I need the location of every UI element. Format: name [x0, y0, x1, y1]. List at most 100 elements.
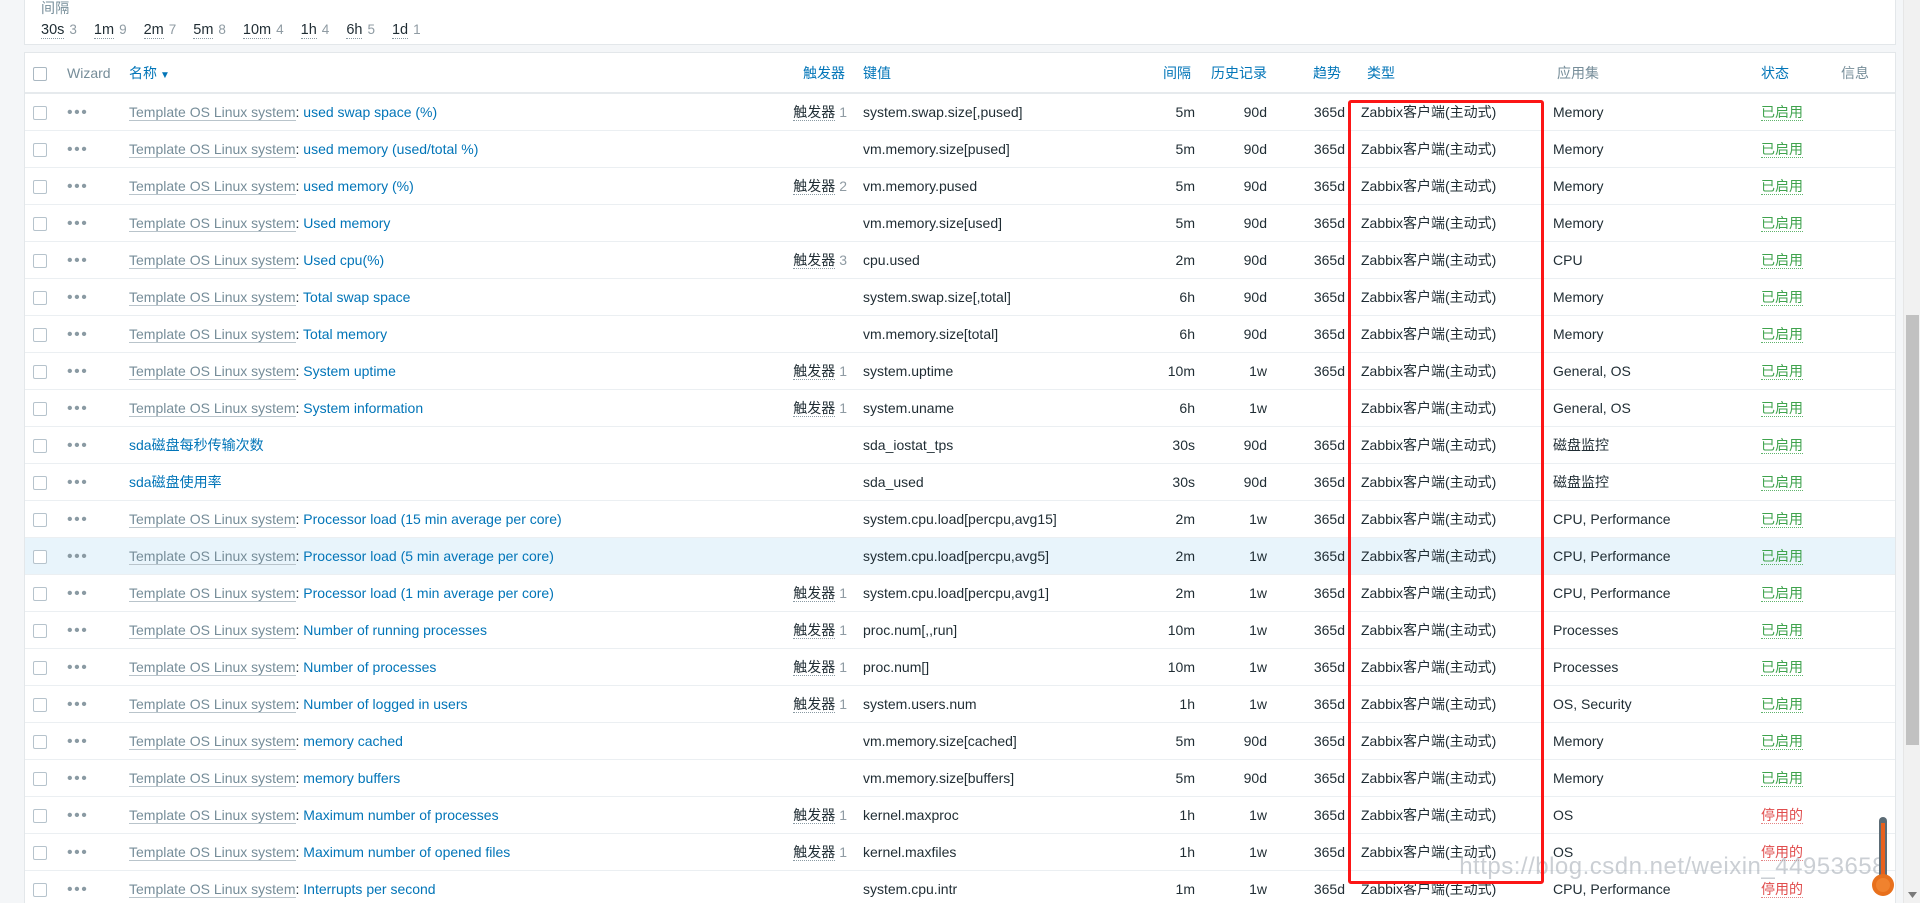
template-prefix-link[interactable]: Template OS Linux system [129, 289, 296, 306]
table-row[interactable]: ••• Template OS Linux system: Processor l… [25, 574, 1895, 612]
table-row[interactable]: ••• Template OS Linux system: memory buff… [25, 759, 1895, 797]
template-prefix-link[interactable]: Template OS Linux system [129, 104, 296, 121]
status-badge-enabled[interactable]: 已启用 [1761, 215, 1803, 232]
table-row[interactable]: ••• Template OS Linux system: used swap s… [25, 93, 1895, 131]
row-checkbox[interactable] [33, 698, 47, 713]
row-context-menu-icon[interactable]: ••• [67, 289, 88, 306]
template-prefix-link[interactable]: Template OS Linux system [129, 363, 296, 380]
item-name-link[interactable]: Processor load (1 min average per core) [303, 585, 554, 601]
item-name-link[interactable]: Number of logged in users [303, 696, 467, 712]
trends-header[interactable]: 趋势 [1275, 53, 1353, 94]
table-row[interactable]: ••• Template OS Linux system: used memory… [25, 167, 1895, 205]
item-name-link[interactable]: sda磁盘使用率 [129, 474, 222, 490]
table-row[interactable]: ••• Template OS Linux system: Used cpu(%)… [25, 241, 1895, 279]
table-row[interactable]: ••• Template OS Linux system: System upti… [25, 352, 1895, 390]
item-name-link[interactable]: System information [303, 400, 423, 416]
table-row[interactable]: ••• Template OS Linux system: memory cach… [25, 722, 1895, 760]
history-header[interactable]: 历史记录 [1203, 53, 1275, 94]
template-prefix-link[interactable]: Template OS Linux system [129, 548, 296, 565]
status-badge-enabled[interactable]: 已启用 [1761, 585, 1803, 602]
table-row[interactable]: ••• Template OS Linux system: Total swap … [25, 278, 1895, 316]
row-checkbox[interactable] [33, 217, 47, 232]
table-row[interactable]: ••• Template OS Linux system: used memory… [25, 130, 1895, 168]
item-name-link[interactable]: used memory (used/total %) [303, 141, 478, 157]
triggers-link[interactable]: 触发器 [793, 585, 836, 602]
template-prefix-link[interactable]: Template OS Linux system [129, 511, 296, 528]
triggers-link[interactable]: 触发器 [793, 622, 836, 639]
item-name-link[interactable]: Processor load (15 min average per core) [303, 511, 561, 527]
triggers-header[interactable]: 触发器 [759, 53, 855, 94]
status-badge-enabled[interactable]: 已启用 [1761, 659, 1803, 676]
table-row[interactable]: ••• Template OS Linux system: Processor l… [25, 500, 1895, 538]
row-checkbox[interactable] [33, 735, 47, 750]
status-badge-enabled[interactable]: 已启用 [1761, 178, 1803, 195]
template-prefix-link[interactable]: Template OS Linux system [129, 141, 296, 158]
status-badge-enabled[interactable]: 已启用 [1761, 548, 1803, 565]
interval-header[interactable]: 间隔 [1137, 53, 1203, 94]
table-row[interactable]: ••• sda磁盘每秒传输次数 sda_iostat_tps 30s 90d 365d Za… [25, 426, 1895, 464]
row-context-menu-icon[interactable]: ••• [67, 807, 88, 824]
row-context-menu-icon[interactable]: ••• [67, 548, 88, 565]
row-context-menu-icon[interactable]: ••• [67, 215, 88, 232]
table-row[interactable]: ••• Template OS Linux system: Number of l… [25, 685, 1895, 723]
row-context-menu-icon[interactable]: ••• [67, 770, 88, 787]
row-checkbox[interactable] [33, 550, 47, 565]
row-context-menu-icon[interactable]: ••• [67, 400, 88, 417]
row-context-menu-icon[interactable]: ••• [67, 141, 88, 158]
interval-option-5m[interactable]: 5m 8 [193, 22, 226, 39]
table-row[interactable]: ••• Template OS Linux system: Total memor… [25, 315, 1895, 353]
item-name-link[interactable]: Maximum number of opened files [303, 844, 510, 860]
item-name-link[interactable]: sda磁盘每秒传输次数 [129, 437, 264, 453]
template-prefix-link[interactable]: Template OS Linux system [129, 844, 296, 861]
table-row[interactable]: ••• Template OS Linux system: Processor l… [25, 537, 1895, 575]
row-context-menu-icon[interactable]: ••• [67, 178, 88, 195]
row-context-menu-icon[interactable]: ••• [67, 474, 88, 491]
triggers-link[interactable]: 触发器 [793, 844, 836, 861]
item-name-link[interactable]: Total memory [303, 326, 387, 342]
row-context-menu-icon[interactable]: ••• [67, 104, 88, 121]
row-context-menu-icon[interactable]: ••• [67, 733, 88, 750]
template-prefix-link[interactable]: Template OS Linux system [129, 622, 296, 639]
row-checkbox[interactable] [33, 180, 47, 195]
template-prefix-link[interactable]: Template OS Linux system [129, 215, 296, 232]
interval-option-6h[interactable]: 6h 5 [346, 22, 375, 39]
template-prefix-link[interactable]: Template OS Linux system [129, 400, 296, 417]
status-badge-enabled[interactable]: 已启用 [1761, 326, 1803, 343]
triggers-link[interactable]: 触发器 [793, 696, 836, 713]
row-checkbox[interactable] [33, 772, 47, 787]
row-checkbox[interactable] [33, 328, 47, 343]
status-badge-enabled[interactable]: 已启用 [1761, 252, 1803, 269]
status-badge-disabled[interactable]: 停用的 [1761, 881, 1803, 898]
interval-option-1m[interactable]: 1m 9 [93, 22, 127, 39]
row-checkbox[interactable] [33, 809, 47, 824]
item-name-link[interactable]: Maximum number of processes [303, 807, 498, 823]
template-prefix-link[interactable]: Template OS Linux system [129, 696, 296, 713]
row-checkbox[interactable] [33, 846, 47, 861]
table-row[interactable]: ••• Template OS Linux system: System info… [25, 389, 1895, 427]
table-row[interactable]: ••• Template OS Linux system: Number of r… [25, 611, 1895, 649]
status-badge-enabled[interactable]: 已启用 [1761, 474, 1803, 491]
template-prefix-link[interactable]: Template OS Linux system [129, 881, 296, 898]
status-badge-enabled[interactable]: 已启用 [1761, 363, 1803, 380]
template-prefix-link[interactable]: Template OS Linux system [129, 178, 296, 195]
triggers-link[interactable]: 触发器 [793, 659, 836, 676]
row-checkbox[interactable] [33, 365, 47, 380]
interval-option-2m[interactable]: 2m 7 [143, 22, 176, 39]
row-context-menu-icon[interactable]: ••• [67, 326, 88, 343]
row-context-menu-icon[interactable]: ••• [67, 511, 88, 528]
status-badge-enabled[interactable]: 已启用 [1761, 104, 1803, 121]
row-checkbox[interactable] [33, 883, 47, 898]
table-row[interactable]: ••• Template OS Linux system: Used memory… [25, 204, 1895, 242]
interval-option-10m[interactable]: 10m 4 [242, 22, 284, 39]
template-prefix-link[interactable]: Template OS Linux system [129, 326, 296, 343]
triggers-link[interactable]: 触发器 [793, 400, 836, 417]
row-checkbox[interactable] [33, 402, 47, 417]
triggers-link[interactable]: 触发器 [793, 104, 836, 121]
status-badge-disabled[interactable]: 停用的 [1761, 807, 1803, 824]
template-prefix-link[interactable]: Template OS Linux system [129, 659, 296, 676]
row-checkbox[interactable] [33, 661, 47, 676]
row-context-menu-icon[interactable]: ••• [67, 696, 88, 713]
table-row[interactable]: ••• Template OS Linux system: Interrupts … [25, 870, 1895, 903]
interval-option-30s[interactable]: 30s 3 [41, 22, 77, 39]
item-name-link[interactable]: System uptime [303, 363, 396, 379]
